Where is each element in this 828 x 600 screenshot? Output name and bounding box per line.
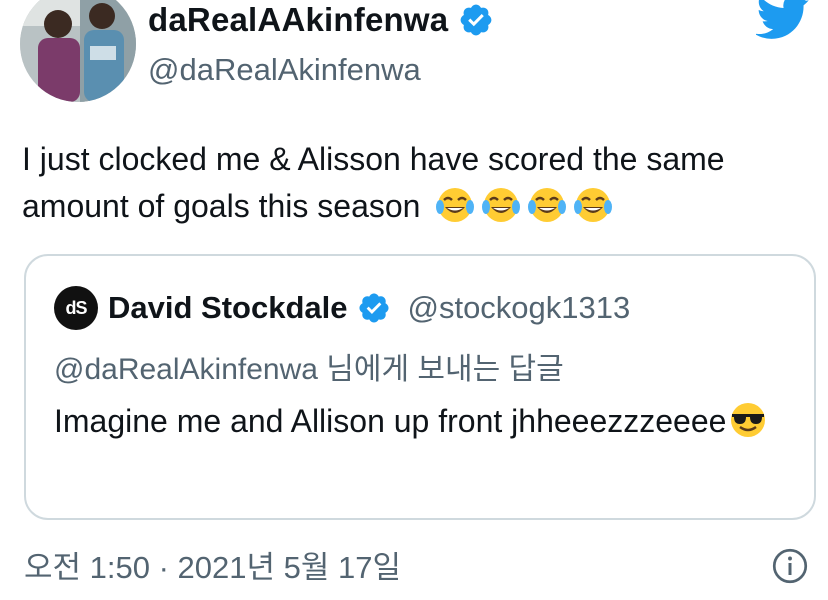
tears-of-joy-emoji-icon: [482, 188, 521, 222]
tears-of-joy-emoji-icon: [436, 188, 475, 222]
author-avatar-image: [20, 0, 136, 102]
quoted-author-avatar[interactable]: dS: [54, 286, 98, 330]
verified-badge-icon: [460, 4, 492, 36]
tweet-timestamp[interactable]: 오전 1:50 · 2021년 5월 17일: [24, 542, 401, 587]
sunglasses-emoji-icon: [731, 403, 766, 437]
tweet-text: I just clocked me & Alisson have scored …: [22, 136, 822, 230]
author-name-row[interactable]: daRealAAkinfenwa: [148, 0, 494, 42]
quoted-author-row[interactable]: dS David Stockdale @stockogk1313: [54, 286, 630, 330]
info-icon[interactable]: [772, 548, 808, 584]
quoted-avatar-text: dS: [65, 297, 87, 318]
tweet-card: daRealAAkinfenwa @daRealAkinfenwa I just…: [0, 0, 828, 600]
quoted-tweet-card[interactable]: dS David Stockdale @stockogk1313 @daReal…: [24, 254, 816, 520]
author-avatar[interactable]: [20, 0, 136, 102]
quoted-author-handle[interactable]: @stockogk1313: [407, 290, 630, 326]
twitter-bird-icon[interactable]: [756, 0, 812, 42]
quoted-author-display-name[interactable]: David Stockdale: [108, 290, 347, 326]
tweet-emoji-row: [435, 185, 613, 225]
quoted-tweet-text-content: Imagine me and Allison up front jhheeezz…: [54, 403, 727, 439]
quoted-tweet-text: Imagine me and Allison up front jhheeezz…: [54, 398, 794, 444]
verified-badge-icon: [359, 293, 390, 323]
tweet-text-content: I just clocked me & Alisson have scored …: [22, 141, 725, 224]
author-handle[interactable]: @daRealAkinfenwa: [148, 52, 421, 88]
tears-of-joy-emoji-icon: [528, 188, 567, 222]
author-display-name[interactable]: daRealAAkinfenwa: [148, 1, 448, 39]
tears-of-joy-emoji-icon: [574, 188, 613, 222]
quoted-reply-context[interactable]: @daRealAkinfenwa 님에게 보내는 답글: [54, 344, 564, 388]
